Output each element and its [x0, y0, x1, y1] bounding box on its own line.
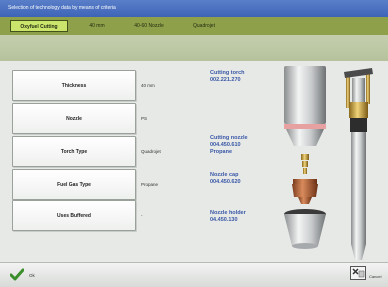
fuel-gas-type-value: Propane: [141, 182, 159, 187]
torch-type-button[interactable]: Torch Type: [12, 136, 136, 167]
nozzle-holder-code: 04.450.130: [210, 217, 238, 223]
nozzle-holder-title: Nozzle holder: [210, 210, 246, 216]
cutting-nozzle-icon: [301, 154, 309, 174]
thickness-button[interactable]: Thickness: [12, 70, 136, 101]
torch-assembly-illustration: [344, 68, 373, 260]
nozzle-button[interactable]: Nozzle: [12, 103, 136, 134]
fuel-gas-type-button[interactable]: Fuel Gas Type: [12, 169, 136, 200]
cutting-nozzle-code: 004.450.610: [210, 142, 241, 148]
ok-button[interactable]: Ok: [10, 266, 44, 284]
cancel-icon: [350, 266, 366, 280]
nozzle-holder-label: Nozzle holder 04.450.130: [210, 210, 246, 224]
cutting-torch-code: 002.221.270: [210, 77, 241, 83]
cutting-nozzle-label: Cutting nozzle 004.450.610 Propane: [210, 135, 248, 156]
cutting-torch-icon: [284, 66, 326, 146]
tab-thickness[interactable]: 40 mm: [84, 20, 110, 32]
cutting-nozzle-title: Cutting nozzle: [210, 135, 248, 141]
parts-illustration: [284, 66, 326, 249]
footer-bar: [0, 262, 388, 287]
uses-buffered-value: -: [141, 213, 143, 218]
header-band: [0, 35, 388, 61]
cancel-label: Cancel: [369, 274, 382, 279]
ok-label: Ok: [29, 272, 35, 278]
nozzle-holder-icon: [284, 209, 326, 249]
torch-assembly-icon: [344, 68, 373, 260]
tab-bar: Oxyfuel Cutting 40 mm 40-60 Nozzle Quadr…: [0, 17, 388, 35]
window-title: Selection of technology data by means of…: [0, 0, 388, 17]
nozzle-cap-code: 004.450.620: [210, 179, 241, 185]
torch-type-value: Quadrojet: [141, 149, 161, 154]
uses-buffered-button[interactable]: Uses Buffered: [12, 200, 136, 231]
thickness-value: 40 mm: [141, 83, 155, 88]
checkmark-icon: [10, 268, 24, 281]
cutting-torch-label: Cutting torch 002.221.270: [210, 70, 245, 84]
tab-torch-type[interactable]: Quadrojet: [184, 20, 224, 32]
cutting-nozzle-gas: Propane: [210, 149, 233, 155]
cutting-torch-title: Cutting torch: [210, 70, 245, 76]
tab-nozzle[interactable]: 40-60 Nozzle: [124, 20, 174, 32]
nozzle-cap-label: Nozzle cap 004.450.620: [210, 172, 241, 186]
cancel-button[interactable]: Cancel: [350, 266, 382, 284]
tab-oxyfuel-cutting[interactable]: Oxyfuel Cutting: [10, 20, 68, 32]
nozzle-value: PS: [141, 116, 148, 121]
nozzle-cap-title: Nozzle cap: [210, 172, 239, 178]
app-window: Selection of technology data by means of…: [0, 0, 388, 287]
nozzle-cap-icon: [292, 179, 318, 204]
